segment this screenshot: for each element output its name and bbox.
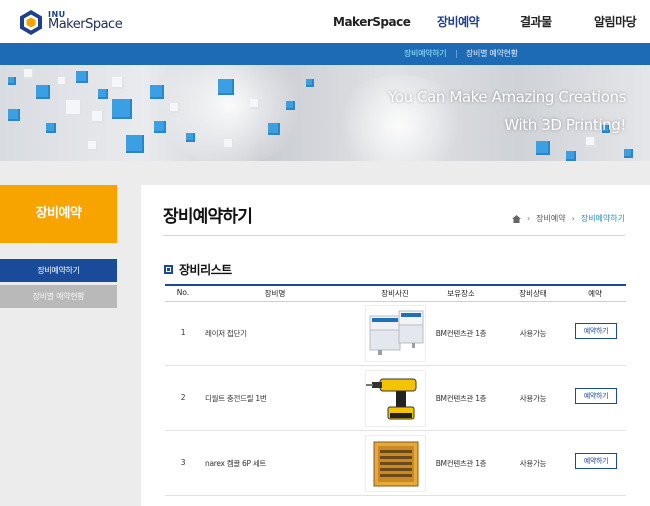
home-icon[interactable]: [511, 214, 521, 223]
reserve-button[interactable]: 예약하기: [575, 388, 617, 404]
table-row: 1 레이저 접단기 BM컨텐츠관 1층 사용가능 예약하기: [165, 302, 626, 366]
equipment-location: BM컨텐츠관 1층: [435, 459, 487, 468]
breadcrumb-item[interactable]: 장비예약: [536, 213, 565, 224]
equipment-location: BM컨텐츠관 1층: [435, 329, 487, 338]
equipment-name: 레이저 접단기: [205, 329, 247, 338]
equipment-photo-laser-cutter: [365, 305, 426, 362]
row-number: 3: [180, 458, 186, 467]
chevron-right-icon: ›: [526, 214, 531, 223]
reserve-button[interactable]: 예약하기: [575, 453, 617, 469]
subnav-divider: [456, 50, 457, 58]
equipment-status: 사용가능: [519, 459, 547, 468]
row-number: 1: [180, 328, 186, 337]
subnav-status[interactable]: 장비별 예약현황: [466, 43, 518, 65]
hero-banner: You Can Make Amazing Creations With 3D P…: [0, 65, 650, 161]
breadcrumb: › 장비예약 › 장비예약하기: [511, 213, 625, 224]
section-heading: 장비리스트: [164, 261, 232, 278]
equipment-status: 사용가능: [519, 394, 547, 403]
page-title: 장비예약하기: [163, 207, 253, 227]
nav-makerspace[interactable]: MakerSpace: [333, 0, 411, 43]
breadcrumb-current: 장비예약하기: [580, 214, 625, 223]
table-row: 3 narex 켐끌 6P 세트 BM컨텐츠관 1층 사용가능 예약하기: [165, 432, 626, 496]
row-number: 2: [180, 393, 186, 402]
title-divider: [163, 235, 625, 236]
col-header: No.: [176, 288, 190, 297]
nav-results[interactable]: 결과물: [520, 0, 552, 43]
hexagon-logo-icon: [20, 10, 42, 35]
main-content: 장비예약하기 › 장비예약 › 장비예약하기 장비리스트 No. 장비명 장비사…: [141, 185, 650, 506]
sidebar-item-reserve[interactable]: 장비예약하기: [0, 259, 117, 282]
equipment-photo-cordless-drill: [365, 370, 426, 427]
col-header: 장비사진: [381, 289, 409, 298]
equipment-name: 디월트 충전드릴 1번: [205, 394, 267, 403]
nav-equipment-reservation[interactable]: 장비예약: [437, 0, 480, 43]
equipment-location: BM컨텐츠관 1층: [435, 394, 487, 403]
chevron-right-icon: ›: [571, 214, 575, 223]
square-bullet-icon: [164, 265, 173, 274]
reserve-button[interactable]: 예약하기: [575, 323, 617, 339]
col-header: 예약: [588, 289, 602, 298]
header: INU MakerSpace MakerSpace 장비예약 결과물 알림마당: [0, 0, 650, 43]
col-header: 보유장소: [447, 289, 475, 298]
sidebar-item-status[interactable]: 장비별 예약현황: [0, 285, 117, 308]
banner-headline-2: With 3D Printing!: [504, 116, 626, 134]
subnav-reserve[interactable]: 장비예약하기: [404, 43, 447, 65]
list-title: 장비리스트: [179, 263, 232, 277]
site-logo[interactable]: INU MakerSpace: [18, 9, 123, 35]
equipment-photo-chisel-set: [365, 435, 426, 492]
equipment-name: narex 켐끌 6P 세트: [205, 459, 267, 468]
equipment-status: 사용가능: [519, 329, 547, 338]
col-header: 장비상태: [519, 289, 547, 298]
col-header: 장비명: [264, 289, 286, 298]
logo-name: MakerSpace: [48, 17, 123, 32]
banner-headline-1: You Can Make Amazing Creations: [387, 88, 626, 106]
table-row: 2 디월트 충전드릴 1번 BM컨텐츠관 1층 사용가능 예약하기: [165, 367, 626, 431]
nav-notice[interactable]: 알림마당: [594, 0, 637, 43]
sidebar-title: 장비예약: [0, 185, 117, 243]
sub-navigation: 장비예약하기 장비별 예약현황: [0, 43, 650, 65]
table-header: No. 장비명 장비사진 보유장소 장비상태 예약: [165, 284, 626, 302]
